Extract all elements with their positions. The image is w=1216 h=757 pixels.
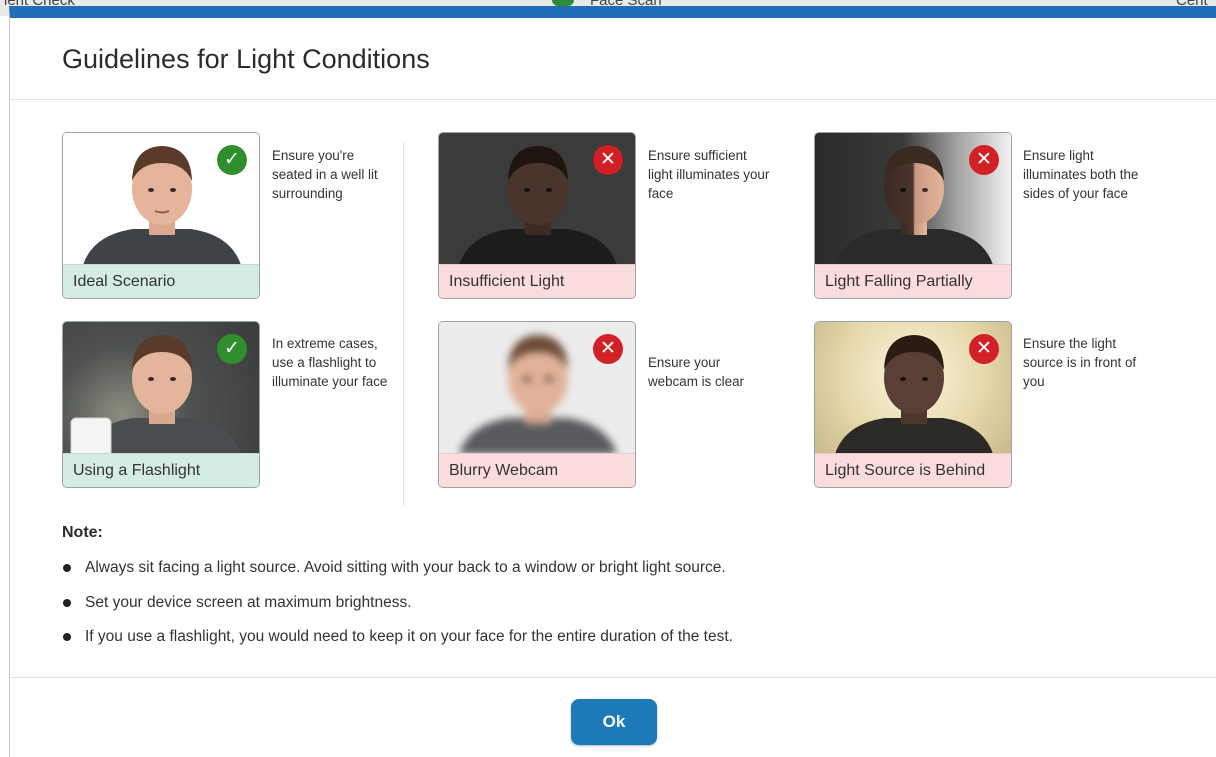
card-insufficient-light: ✕ Insufficient Light (438, 132, 636, 299)
card-label: Insufficient Light (439, 264, 635, 298)
card-label: Light Source is Behind (815, 453, 1011, 487)
note-item: Set your device screen at maximum bright… (62, 593, 733, 628)
card-light-falling-partially: ✕ Light Falling Partially (814, 132, 1012, 299)
card-description: Ensure the light source is in front of y… (1023, 336, 1137, 389)
note-item: If you use a flashlight, you would need … (62, 627, 733, 662)
note-item: Always sit facing a light source. Avoid … (62, 558, 733, 593)
close-icon: ✕ (969, 145, 999, 175)
note-title: Note: (62, 524, 103, 541)
card-description: In extreme cases, use a flashlight to il… (272, 336, 388, 389)
card-blurry-webcam: ✕ Blurry Webcam (438, 321, 636, 488)
card-label: Using a Flashlight (63, 453, 259, 487)
card-description: Ensure you're seated in a well lit surro… (272, 148, 378, 201)
dialog-header: Guidelines for Light Conditions (10, 18, 1216, 100)
close-icon: ✕ (593, 145, 623, 175)
dialog-title: Guidelines for Light Conditions (62, 44, 430, 74)
footer-divider (10, 677, 1216, 678)
card-label: Ideal Scenario (63, 264, 259, 298)
close-icon: ✕ (969, 334, 999, 364)
card-description: Ensure sufficient light illuminates your… (648, 148, 770, 201)
check-icon: ✓ (217, 334, 247, 364)
card-label: Light Falling Partially (815, 264, 1011, 298)
check-icon: ✓ (217, 145, 247, 175)
column-divider (403, 142, 404, 506)
close-icon: ✕ (593, 334, 623, 364)
card-light-source-is-behind: ✕ Light Source is Behind (814, 321, 1012, 488)
card-label: Blurry Webcam (439, 453, 635, 487)
guidelines-dialog: Guidelines for Light Conditions ✓ Ideal … (9, 6, 1216, 757)
ok-button[interactable]: Ok (571, 699, 657, 745)
card-ideal-scenario: ✓ Ideal Scenario (62, 132, 260, 299)
card-description: Ensure light illuminates both the sides … (1023, 148, 1139, 201)
card-using-a-flashlight: ✓ Using a Flashlight (62, 321, 260, 488)
card-description: Ensure your webcam is clear (648, 355, 744, 389)
note-list: Always sit facing a light source. Avoid … (62, 558, 733, 662)
